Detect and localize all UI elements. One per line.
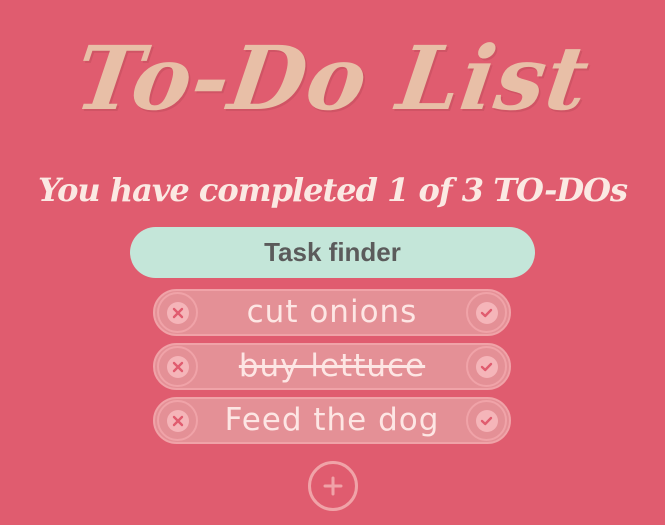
task-finder-input[interactable] [130,227,535,278]
check-icon [475,301,498,324]
todo-text-completed[interactable]: buy lettuce [203,345,461,388]
delete-button[interactable] [157,400,198,441]
todo-list: cut onions buy lettuce Feed the dog [153,289,513,451]
add-todo-button[interactable] [308,461,358,511]
complete-button[interactable] [466,400,507,441]
x-icon [166,301,189,324]
completion-counter: You have completed 1 of 3 TO-DOs [38,171,628,209]
todo-text[interactable]: Feed the dog [203,399,461,442]
todo-app: To-Do List You have completed 1 of 3 TO-… [0,0,665,525]
todo-item: buy lettuce [153,343,511,390]
plus-icon [322,475,344,497]
check-icon [475,409,498,432]
x-icon [166,409,189,432]
todo-item: Feed the dog [153,397,511,444]
todo-text[interactable]: cut onions [203,291,461,334]
complete-button[interactable] [466,346,507,387]
check-icon [475,355,498,378]
delete-button[interactable] [157,292,198,333]
delete-button[interactable] [157,346,198,387]
todo-item: cut onions [153,289,511,336]
x-icon [166,355,189,378]
page-title: To-Do List [69,26,596,130]
complete-button[interactable] [466,292,507,333]
